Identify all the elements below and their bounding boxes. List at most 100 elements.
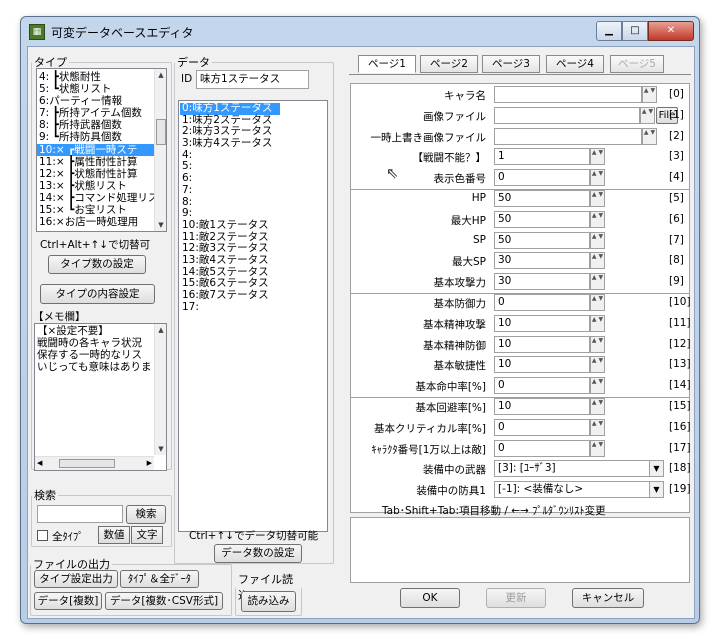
field-number-input[interactable]: 10 [494, 398, 590, 415]
field-spin-icon[interactable]: ▲ ▼ [590, 231, 605, 249]
memo-scroll-up-icon[interactable]: ▲ [155, 326, 166, 334]
field-number-input[interactable]: 30 [494, 252, 590, 270]
field-number-input[interactable]: 50 [494, 231, 590, 249]
field-number-input[interactable]: 10 [494, 314, 590, 332]
data-multi-export-button[interactable]: データ[複数] [34, 592, 102, 610]
field-number-input[interactable]: 30 [494, 273, 590, 291]
type-list-item[interactable]: 6:パーティー情報 [37, 95, 155, 107]
tab-page-2[interactable]: ページ2 [420, 55, 478, 73]
type-list-item[interactable]: 13:× ┣状態リスト [37, 180, 155, 192]
data-list-item[interactable]: 8: [180, 196, 320, 209]
type-list-item[interactable]: 5: ┗状態リスト [37, 83, 155, 95]
field-spin-icon[interactable]: ▲ ▼ [590, 335, 605, 353]
type-list-item[interactable]: 16:×お店一時処理用 [37, 216, 155, 228]
scroll-down-icon[interactable]: ▼ [155, 221, 166, 229]
tab-page-3[interactable]: ページ3 [482, 55, 540, 73]
field-text-input[interactable] [494, 86, 642, 103]
memo-scroll-right-icon[interactable]: ▶ [147, 459, 152, 467]
type-scrollbar[interactable]: ▲ ▼ [154, 69, 166, 231]
field-spin-icon[interactable]: ▲ ▼ [642, 127, 657, 145]
field-spin-icon[interactable]: ▲ ▼ [642, 86, 657, 103]
field-combo-select[interactable]: [-1]: <装備なし> ▼ [494, 481, 664, 499]
type-list-item[interactable]: 7: ┣所持アイテム個数 [37, 107, 155, 119]
chevron-down-icon[interactable]: ▼ [649, 482, 663, 498]
title-bar[interactable]: ▦ 可変データベースエディタ ▁ □ ✕ [21, 17, 699, 47]
field-number-input[interactable]: 0 [494, 377, 590, 395]
field-spin-icon[interactable]: ▲ ▼ [590, 418, 605, 436]
close-icon[interactable]: ✕ [648, 21, 694, 41]
field-number-input[interactable]: 50 [494, 190, 590, 207]
data-list[interactable]: 0:味方1ステータス 1:味方2ステータス 2:味方3ステータス 3:味方4ステータス… [178, 100, 328, 532]
data-list-item[interactable]: 0:味方1ステータス [180, 102, 280, 115]
data-list-item[interactable]: 3:味方4ステータス [180, 137, 320, 150]
memo-vscrollbar[interactable]: ▲ ▼ [154, 324, 166, 455]
search-button[interactable]: 検索 [126, 505, 166, 524]
data-list-item[interactable]: 13:敵4ステータス [180, 254, 320, 267]
tab-page-1[interactable]: ページ1 [358, 55, 416, 73]
field-spin-icon[interactable]: ▲ ▼ [590, 273, 605, 291]
field-text-input[interactable] [494, 127, 642, 145]
maximize-icon[interactable]: □ [622, 21, 648, 41]
type-list-item[interactable]: 9: ┗所持防具個数 [37, 131, 155, 143]
type-list-item[interactable]: 14:× ┣コマンド処理リス [37, 192, 158, 204]
memo-scroll-left-icon[interactable]: ◀ [37, 459, 42, 467]
text-toggle[interactable]: 文字 [131, 526, 163, 544]
field-number-input[interactable]: 10 [494, 335, 590, 353]
field-spin-icon[interactable]: ▲ ▼ [590, 439, 605, 457]
type-settings-export-button[interactable]: タイプ設定出力 [34, 570, 118, 588]
field-spin-icon[interactable]: ▲ ▼ [590, 356, 605, 374]
search-input[interactable] [37, 505, 123, 523]
field-number-input[interactable]: 1 [494, 148, 590, 166]
type-content-button[interactable]: タイプの内容設定 [40, 284, 155, 304]
field-spin-icon[interactable]: ▲ ▼ [590, 252, 605, 270]
type-list-item[interactable]: 11:× ┣属性耐性計算 [37, 156, 155, 168]
field-spin-icon[interactable]: ▲ ▼ [590, 169, 605, 187]
memo-textarea[interactable]: 【×設定不要】 戦闘時の各キャラ状況 保存する一時的なリス いじっても意味はありま ▲… [34, 323, 167, 471]
type-list-item[interactable]: 12:× ┣状態耐性計算 [37, 168, 155, 180]
numeric-toggle[interactable]: 数値 [98, 526, 130, 544]
field-number-input[interactable]: 10 [494, 356, 590, 374]
type-list[interactable]: 4: ┣状態耐性 5: ┗状態リスト 6:パーティー情報 7: ┣所持アイテム個数 8:… [36, 68, 167, 232]
data-count-button[interactable]: データ数の設定 [214, 544, 302, 563]
minimize-icon[interactable]: ▁ [596, 21, 622, 41]
data-list-item[interactable]: 16:敵7ステータス [180, 289, 320, 302]
field-number-input[interactable]: 0 [494, 169, 590, 187]
data-list-item[interactable]: 5: [180, 161, 320, 173]
field-spin-icon[interactable]: ▲ ▼ [590, 314, 605, 332]
chevron-down-icon[interactable]: ▼ [649, 461, 663, 477]
all-types-checkbox[interactable] [37, 530, 48, 541]
field-number-input[interactable]: 0 [494, 418, 590, 436]
field-number-input[interactable]: 0 [494, 294, 590, 311]
scroll-thumb[interactable] [156, 119, 166, 145]
type-all-data-export-button[interactable]: ﾀｲﾌﾟ＆全ﾃﾞｰﾀ [120, 570, 199, 588]
data-list-item[interactable]: 7: [180, 184, 320, 197]
field-spin-icon[interactable]: ▲ ▼ [590, 210, 605, 228]
field-number-input[interactable]: 50 [494, 210, 590, 228]
field-spin-icon[interactable]: ▲ ▼ [590, 148, 605, 166]
memo-scroll-down-icon[interactable]: ▼ [155, 445, 166, 453]
type-list-item[interactable]: 10:× ┏戦闘一時ステ [37, 143, 155, 156]
data-list-item[interactable]: 6: [180, 172, 320, 185]
field-combo-select[interactable]: [3]: [ﾕｰｻﾞ3] ▼ [494, 460, 664, 478]
load-button[interactable]: 読み込み [241, 591, 296, 612]
field-text-input[interactable] [494, 106, 640, 124]
tab-page-4[interactable]: ページ4 [546, 55, 604, 73]
data-list-item[interactable]: 10:敵1ステータス [180, 219, 320, 232]
ok-button[interactable]: OK [400, 588, 460, 608]
type-count-button[interactable]: タイプ数の設定 [48, 255, 146, 274]
update-button[interactable]: 更新 [486, 588, 546, 608]
field-spin-icon[interactable]: ▲ ▼ [590, 294, 605, 311]
memo-hscroll-thumb[interactable] [59, 459, 115, 468]
type-list-item[interactable]: 15:× ┗お宝リスト [37, 204, 155, 216]
field-spin-icon[interactable]: ▲ ▼ [590, 377, 605, 395]
memo-hscrollbar[interactable]: ◀ ▶ [35, 456, 154, 470]
id-input[interactable]: 味方1ステータス [196, 70, 309, 89]
field-number-input[interactable]: 0 [494, 439, 590, 457]
type-list-item[interactable]: 8: ┣所持武器個数 [37, 119, 155, 131]
cancel-button[interactable]: キャンセル [572, 588, 644, 608]
data-list-item[interactable]: 4: [180, 149, 320, 162]
data-csv-export-button[interactable]: データ[複数･CSV形式] [105, 592, 223, 610]
scroll-up-icon[interactable]: ▲ [155, 71, 166, 79]
field-spin-icon[interactable]: ▲ ▼ [640, 106, 655, 124]
type-list-item[interactable]: 4: ┣状態耐性 [37, 71, 155, 83]
